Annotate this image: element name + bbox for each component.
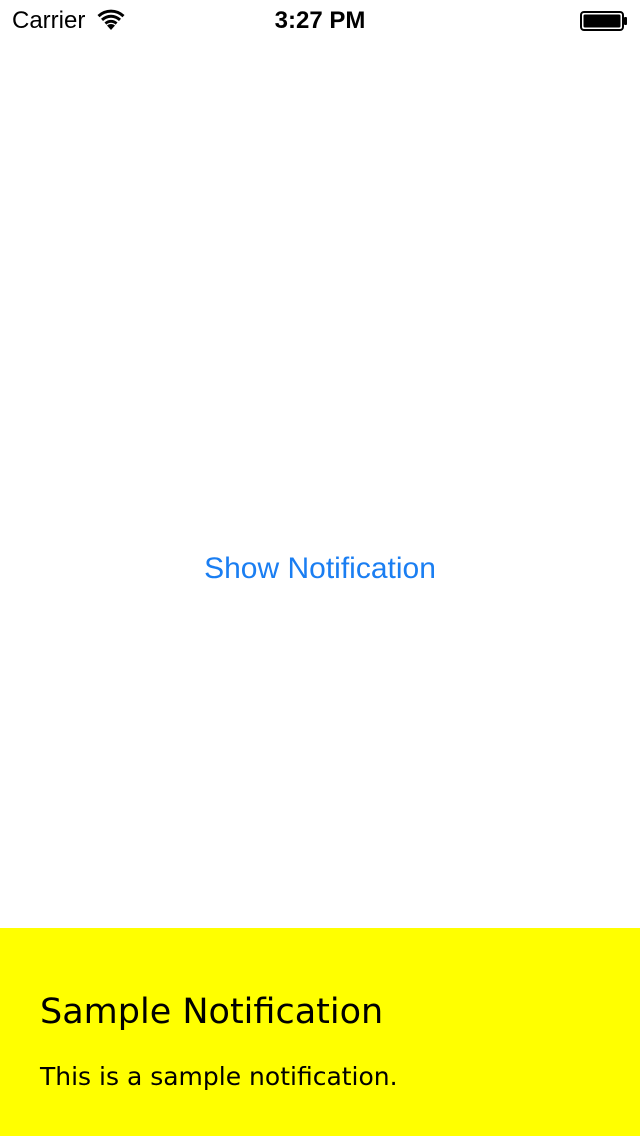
notification-banner[interactable]: Sample Notification This is a sample not… — [0, 928, 640, 1136]
battery-icon — [580, 11, 628, 31]
status-time: 3:27 PM — [274, 7, 366, 34]
notification-message: This is a sample notification. — [40, 1062, 398, 1091]
notification-title: Sample Notification — [40, 992, 384, 1032]
status-bar: Carrier 3:27 PM — [0, 0, 640, 40]
show-notification-button[interactable]: Show Notification — [0, 549, 640, 589]
app-screen: Carrier 3:27 PM Show Notification Sample… — [0, 0, 640, 1136]
